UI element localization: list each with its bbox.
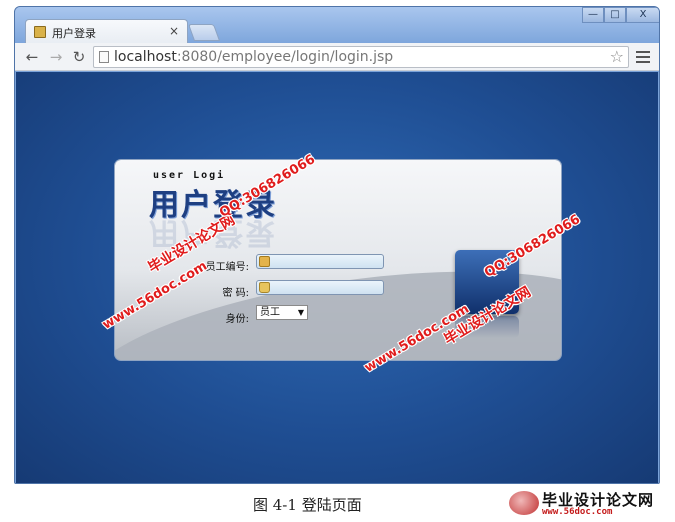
url-host: localhost [114, 49, 177, 65]
role-label: 身份: [225, 314, 249, 325]
role-select[interactable]: 员工 ▼ [256, 305, 308, 320]
browser-window: 用户登录 × — □ X ← → ↻ localhost:8080/employ… [14, 6, 660, 484]
maximize-button[interactable]: □ [604, 7, 626, 23]
url-path: :8080/employee/login/login.jsp [176, 49, 394, 65]
chevron-down-icon: ▼ [297, 308, 304, 317]
new-tab-button[interactable] [187, 24, 221, 41]
reload-icon[interactable]: ↻ [70, 48, 88, 66]
tab-title: 用户登录 [52, 27, 96, 40]
url-text: localhost:8080/employee/login/login.jsp [114, 49, 393, 65]
bookmark-star-icon[interactable]: ☆ [610, 47, 624, 66]
employee-id-input[interactable] [256, 254, 384, 269]
close-window-button[interactable]: X [626, 7, 659, 23]
password-input[interactable] [256, 280, 384, 295]
password-label: 密 码: [222, 288, 249, 299]
brand-mark-icon [509, 491, 539, 515]
brand-logo: 毕业设计论文网 www.56doc.com [509, 489, 671, 519]
role-selected-value: 员工 [260, 307, 280, 318]
page-icon [99, 51, 109, 63]
title-bar: 用户登录 × — □ X [15, 7, 659, 44]
figure-caption: 图 4-1 登陆页面 [253, 496, 362, 514]
browser-toolbar: ← → ↻ localhost:8080/employee/login/logi… [15, 43, 659, 71]
minimize-button[interactable]: — [582, 7, 604, 23]
lock-icon [259, 282, 270, 293]
tab-login[interactable]: 用户登录 × [25, 19, 188, 44]
user-icon [259, 256, 270, 267]
close-tab-icon[interactable]: × [169, 24, 179, 38]
page-content: user Logi 用户登录 用户登录 员工编号: 密 码: 身份: 员工 ▼ … [16, 72, 658, 483]
menu-icon[interactable] [635, 48, 651, 64]
favicon-icon [34, 26, 46, 38]
back-arrow-icon[interactable]: ← [23, 48, 41, 66]
forward-arrow-icon[interactable]: → [47, 48, 65, 66]
address-bar[interactable]: localhost:8080/employee/login/login.jsp … [93, 46, 629, 68]
brand-url: www.56doc.com [542, 507, 613, 517]
